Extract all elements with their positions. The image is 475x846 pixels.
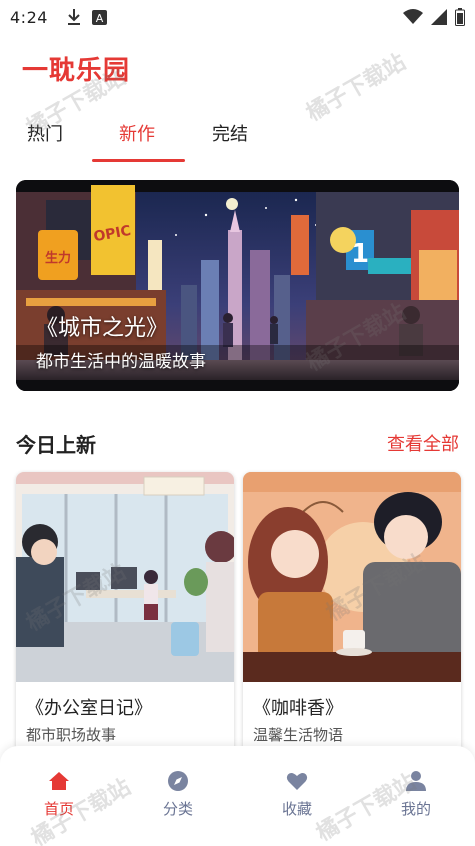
nav-category[interactable]: 分类 xyxy=(138,770,218,819)
battery-icon xyxy=(455,8,465,26)
section-title: 今日上新 xyxy=(16,433,96,457)
card-cover-cafe xyxy=(243,472,461,682)
status-time: 4:24 xyxy=(10,7,48,27)
nav-favorites[interactable]: 收藏 xyxy=(257,770,337,819)
card-title: 《咖啡香》 xyxy=(253,698,343,719)
nav-profile[interactable]: 我的 xyxy=(376,770,456,819)
download-icon xyxy=(67,9,80,25)
banner-sign-shengli: 生力 xyxy=(45,250,71,266)
heart-icon xyxy=(286,773,308,790)
card-subtitle: 都市职场故事 xyxy=(26,726,117,744)
wifi-icon xyxy=(403,9,423,24)
home-icon xyxy=(49,772,69,790)
tab-new[interactable]: 新作 xyxy=(119,120,155,146)
card-subtitle: 温馨生活物语 xyxy=(253,726,344,744)
notification-a-icon: A xyxy=(91,9,107,25)
app-title: 一耽乐园 xyxy=(22,56,131,86)
user-icon xyxy=(406,771,426,791)
view-all-link[interactable]: 查看全部 xyxy=(387,430,459,456)
banner-title: 《城市之光》 xyxy=(36,316,169,341)
tab-hot[interactable]: 热门 xyxy=(27,120,63,146)
bottom-nav: 首页 分类 收藏 我的 xyxy=(0,746,475,846)
card-title: 《办公室日记》 xyxy=(26,698,152,719)
signal-icon xyxy=(431,9,447,25)
card-cover-office xyxy=(16,472,234,682)
comic-card[interactable]: 《咖啡香》 温馨生活物语 xyxy=(243,472,461,772)
status-bar: 4:24 A xyxy=(0,0,475,34)
tab-completed[interactable]: 完结 xyxy=(212,120,248,146)
compass-icon xyxy=(168,771,188,791)
svg-text:A: A xyxy=(96,12,104,25)
featured-banner[interactable]: OPIC 生力 1 《城市之光》 都市生活中的温暖故事 xyxy=(16,180,459,391)
banner-subtitle: 都市生活中的温暖故事 xyxy=(36,352,206,372)
nav-home[interactable]: 首页 xyxy=(19,770,99,819)
tab-bar: 热门 新作 完结 xyxy=(0,112,475,164)
comic-card[interactable]: 《办公室日记》 都市职场故事 xyxy=(16,472,234,772)
active-tab-indicator xyxy=(92,159,185,162)
